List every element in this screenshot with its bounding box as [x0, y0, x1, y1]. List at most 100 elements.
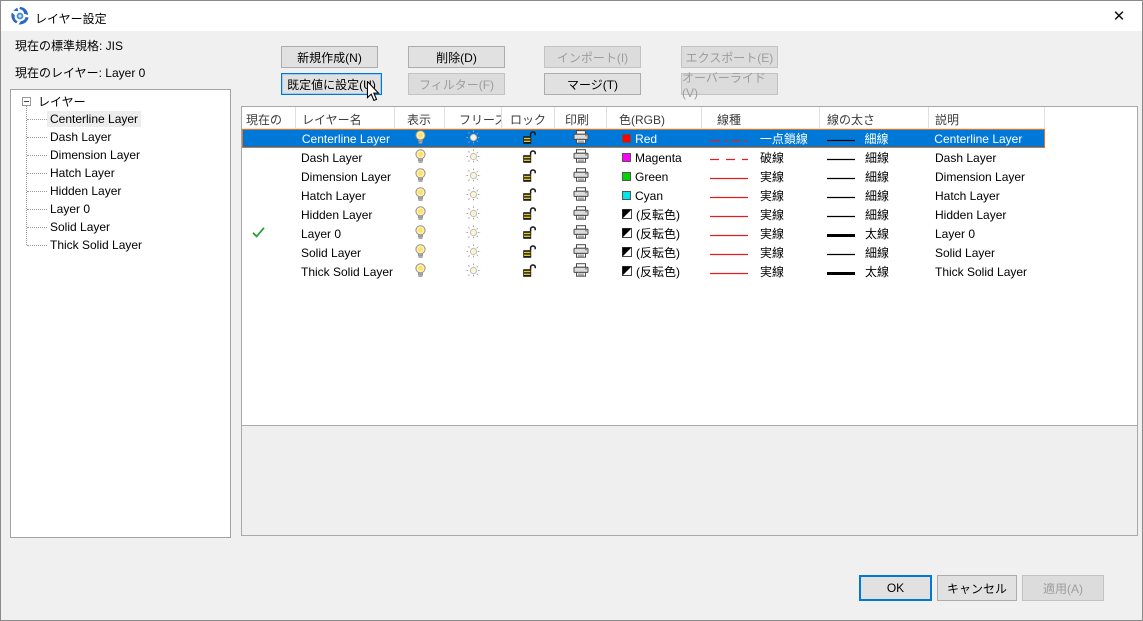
lineweight-cell[interactable]: 細線: [820, 148, 929, 167]
description-cell[interactable]: Centerline Layer: [928, 130, 1044, 147]
freeze-cell[interactable]: [445, 148, 502, 167]
layer-name-cell[interactable]: Thick Solid Layer: [296, 262, 395, 281]
description-cell[interactable]: Solid Layer: [929, 243, 1045, 262]
freeze-cell[interactable]: [445, 167, 502, 186]
lock-cell[interactable]: [502, 205, 555, 224]
visibility-cell[interactable]: [395, 224, 445, 243]
freeze-cell[interactable]: [445, 262, 502, 281]
color-cell[interactable]: Magenta: [607, 148, 702, 167]
cancel-button[interactable]: キャンセル: [937, 575, 1017, 601]
lock-cell[interactable]: [502, 262, 555, 281]
current-cell[interactable]: [242, 186, 296, 205]
new-button[interactable]: 新規作成(N): [281, 46, 378, 68]
lock-cell[interactable]: [502, 167, 555, 186]
freeze-cell[interactable]: [445, 186, 502, 205]
layer-row-dimension-layer[interactable]: Dimension LayerGreen実線細線Dimension Layer: [242, 167, 1045, 186]
close-icon[interactable]: ✕: [1096, 1, 1142, 31]
tree-root[interactable]: レイヤー: [35, 92, 89, 110]
column-header-5[interactable]: 印刷: [555, 107, 607, 128]
tree-item-thick-solid-layer[interactable]: Thick Solid Layer: [47, 236, 145, 254]
layer-name-cell[interactable]: Solid Layer: [296, 243, 395, 262]
merge-button[interactable]: マージ(T): [544, 73, 641, 95]
visibility-cell[interactable]: [396, 130, 446, 147]
lineweight-cell[interactable]: 細線: [820, 243, 929, 262]
visibility-cell[interactable]: [395, 243, 445, 262]
layer-row-dash-layer[interactable]: Dash LayerMagenta破線細線Dash Layer: [242, 148, 1045, 167]
lineweight-cell[interactable]: 細線: [820, 186, 929, 205]
tree-item-solid-layer[interactable]: Solid Layer: [47, 218, 113, 236]
visibility-cell[interactable]: [395, 262, 445, 281]
color-cell[interactable]: (反転色): [607, 205, 702, 224]
lineweight-cell[interactable]: 細線: [820, 205, 929, 224]
override-button[interactable]: オーバーライド(V): [681, 73, 778, 95]
color-cell[interactable]: Red: [607, 130, 702, 147]
column-header-8[interactable]: 線の太さ: [820, 107, 929, 128]
layer-row-solid-layer[interactable]: Solid Layer(反転色)実線細線Solid Layer: [242, 243, 1045, 262]
apply-button[interactable]: 適用(A): [1022, 575, 1104, 601]
description-cell[interactable]: Dimension Layer: [929, 167, 1045, 186]
layer-row-centerline-layer[interactable]: Centerline LayerRed一点鎖線細線Centerline Laye…: [242, 129, 1045, 148]
layer-name-cell[interactable]: Dimension Layer: [296, 167, 395, 186]
print-cell[interactable]: [555, 167, 607, 186]
lineweight-cell[interactable]: 細線: [820, 130, 929, 147]
color-cell[interactable]: Green: [607, 167, 702, 186]
tree-item-dash-layer[interactable]: Dash Layer: [47, 128, 114, 146]
lock-cell[interactable]: [502, 148, 555, 167]
column-header-1[interactable]: レイヤー名: [296, 107, 395, 128]
current-cell[interactable]: [242, 224, 296, 243]
lock-cell[interactable]: [502, 243, 555, 262]
lineweight-cell[interactable]: 太線: [820, 224, 929, 243]
layer-name-cell[interactable]: Centerline Layer: [297, 130, 396, 147]
lock-cell[interactable]: [502, 224, 555, 243]
column-header-4[interactable]: ロック: [502, 107, 555, 128]
current-cell[interactable]: [242, 167, 296, 186]
freeze-cell[interactable]: [445, 243, 502, 262]
linetype-cell[interactable]: 実線: [702, 243, 820, 262]
ok-button[interactable]: OK: [859, 575, 932, 601]
print-cell[interactable]: [555, 243, 607, 262]
lineweight-cell[interactable]: 細線: [820, 167, 929, 186]
delete-button[interactable]: 削除(D): [408, 46, 505, 68]
print-cell[interactable]: [555, 205, 607, 224]
column-header-2[interactable]: 表示: [395, 107, 445, 128]
description-cell[interactable]: Hatch Layer: [929, 186, 1045, 205]
tree-item-centerline-layer[interactable]: Centerline Layer: [47, 110, 141, 128]
color-cell[interactable]: (反転色): [607, 243, 702, 262]
layer-name-cell[interactable]: Layer 0: [296, 224, 395, 243]
layer-name-cell[interactable]: Hidden Layer: [296, 205, 395, 224]
current-cell[interactable]: [243, 130, 297, 147]
freeze-cell[interactable]: [446, 130, 503, 147]
export-button[interactable]: エクスポート(E): [681, 46, 778, 68]
lock-cell[interactable]: [502, 186, 555, 205]
current-cell[interactable]: [242, 243, 296, 262]
current-cell[interactable]: [242, 148, 296, 167]
tree-item-hidden-layer[interactable]: Hidden Layer: [47, 182, 124, 200]
current-cell[interactable]: [242, 205, 296, 224]
tree-item-layer-0[interactable]: Layer 0: [47, 200, 93, 218]
print-cell[interactable]: [555, 224, 607, 243]
layer-name-cell[interactable]: Dash Layer: [296, 148, 395, 167]
layer-row-hatch-layer[interactable]: Hatch LayerCyan実線細線Hatch Layer: [242, 186, 1045, 205]
layer-row-layer-0[interactable]: Layer 0(反転色)実線太線Layer 0: [242, 224, 1045, 243]
column-header-0[interactable]: 現在の: [242, 107, 296, 128]
print-cell[interactable]: [555, 148, 607, 167]
linetype-cell[interactable]: 実線: [702, 262, 820, 281]
description-cell[interactable]: Thick Solid Layer: [929, 262, 1045, 281]
column-header-3[interactable]: フリーズ: [445, 107, 502, 128]
filter-button[interactable]: フィルター(F): [408, 73, 505, 95]
tree-item-hatch-layer[interactable]: Hatch Layer: [47, 164, 118, 182]
description-cell[interactable]: Dash Layer: [929, 148, 1045, 167]
visibility-cell[interactable]: [395, 167, 445, 186]
freeze-cell[interactable]: [445, 205, 502, 224]
layer-name-cell[interactable]: Hatch Layer: [296, 186, 395, 205]
column-header-9[interactable]: 説明: [929, 107, 1045, 128]
lock-cell[interactable]: [502, 130, 555, 147]
linetype-cell[interactable]: 破線: [702, 148, 820, 167]
print-cell[interactable]: [555, 186, 607, 205]
description-cell[interactable]: Layer 0: [929, 224, 1045, 243]
tree-collapse-icon[interactable]: [22, 97, 31, 106]
visibility-cell[interactable]: [395, 186, 445, 205]
column-header-6[interactable]: 色(RGB): [607, 107, 702, 128]
freeze-cell[interactable]: [445, 224, 502, 243]
linetype-cell[interactable]: 実線: [702, 224, 820, 243]
